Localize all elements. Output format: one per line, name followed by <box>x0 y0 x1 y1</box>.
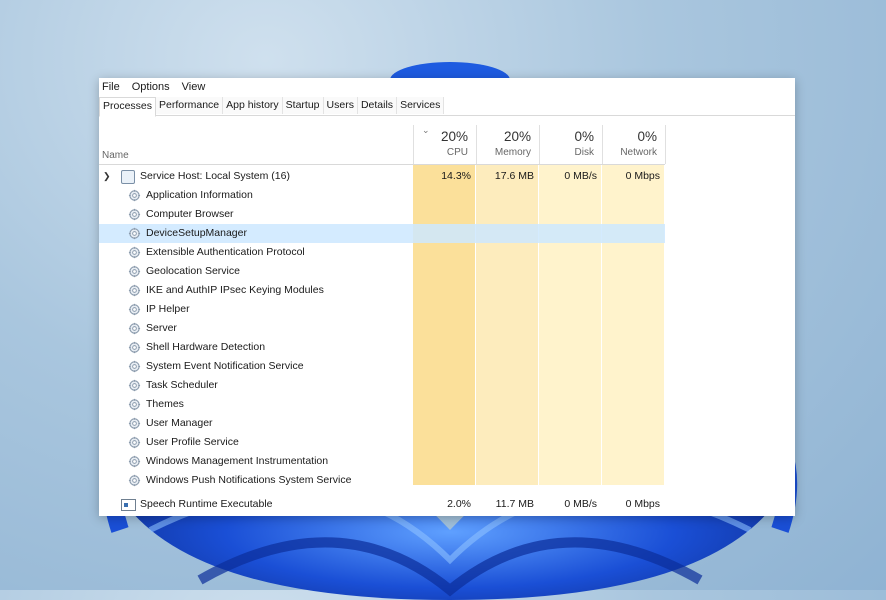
tab-services[interactable]: Services <box>397 97 445 114</box>
memory-value: 11.7 MB <box>495 498 534 510</box>
disk-label: Disk <box>574 147 594 158</box>
column-disk[interactable]: 0% Disk <box>539 125 602 164</box>
process-name: Speech Runtime Executable <box>140 498 273 510</box>
service-gear-icon <box>128 284 141 297</box>
menu-options[interactable]: Options <box>132 81 170 93</box>
service-name: Themes <box>146 398 184 410</box>
service-name: Shell Hardware Detection <box>146 341 266 353</box>
column-name[interactable]: Name <box>102 150 129 161</box>
tab-performance[interactable]: Performance <box>156 97 224 114</box>
disk-value: 0 MB/s <box>564 498 597 510</box>
service-row[interactable]: Extensible Authentication Protocol <box>99 243 665 262</box>
network-value: 0 Mbps <box>625 170 660 182</box>
service-name: Windows Management Instrumentation <box>146 455 329 467</box>
service-name: User Profile Service <box>146 436 239 448</box>
network-label: Network <box>620 147 657 158</box>
service-gear-icon <box>128 341 141 354</box>
service-row[interactable]: Application Information <box>99 186 665 205</box>
service-name: IKE and AuthIP IPsec Keying Modules <box>146 284 324 296</box>
service-row[interactable]: Task Scheduler <box>99 376 665 395</box>
process-list: ❯ Service Host: Local System (16) 14.3% … <box>99 165 665 516</box>
process-group-row[interactable]: ❯ Service Host: Local System (16) 14.3% … <box>99 167 665 186</box>
menu-file[interactable]: File <box>102 81 120 93</box>
service-name: System Event Notification Service <box>146 360 304 372</box>
service-name: Extensible Authentication Protocol <box>146 246 305 258</box>
service-row[interactable]: Windows Management Instrumentation <box>99 452 665 471</box>
disk-percent: 0% <box>574 129 594 144</box>
service-gear-icon <box>128 360 141 373</box>
task-manager-window: File Options View Processes Performance … <box>99 78 795 516</box>
service-row[interactable]: User Profile Service <box>99 433 665 452</box>
service-row[interactable]: Geolocation Service <box>99 262 665 281</box>
service-name: Server <box>146 322 177 334</box>
process-row[interactable]: Speech Runtime Executable 2.0% 11.7 MB 0… <box>99 495 665 514</box>
service-row[interactable]: Server <box>99 319 665 338</box>
network-percent: 0% <box>637 129 657 144</box>
cpu-value: 2.0% <box>447 498 471 510</box>
service-gear-icon <box>128 265 141 278</box>
tab-startup[interactable]: Startup <box>282 97 324 114</box>
network-value: 0 Mbps <box>625 498 660 510</box>
menu-bar: File Options View <box>99 78 795 95</box>
memory-label: Memory <box>494 147 531 158</box>
tab-strip: Processes Performance App history Startu… <box>99 97 795 117</box>
service-name: Windows Push Notifications System Servic… <box>146 474 352 486</box>
service-gear-icon <box>128 398 141 411</box>
memory-percent: 20% <box>503 129 531 144</box>
service-row[interactable]: IKE and AuthIP IPsec Keying Modules <box>99 281 665 300</box>
service-gear-icon <box>128 246 141 259</box>
service-name: Task Scheduler <box>146 379 218 391</box>
service-row[interactable]: Shell Hardware Detection <box>99 338 665 357</box>
service-name: DeviceSetupManager <box>146 227 247 239</box>
service-row[interactable]: User Manager <box>99 414 665 433</box>
tab-users[interactable]: Users <box>323 97 358 114</box>
column-memory[interactable]: 20% Memory <box>476 125 539 164</box>
service-row[interactable]: Windows Push Notifications System Servic… <box>99 471 665 490</box>
column-cpu[interactable]: ⌄ 20% CPU <box>413 125 476 164</box>
service-row[interactable]: Themes <box>99 395 665 414</box>
service-gear-icon <box>128 189 141 202</box>
service-row[interactable]: IP Helper <box>99 300 665 319</box>
service-name: Application Information <box>146 189 253 201</box>
service-name: IP Helper <box>146 303 190 315</box>
service-gear-icon <box>128 227 141 240</box>
application-icon <box>121 499 136 511</box>
service-gear-icon <box>128 417 141 430</box>
service-row[interactable]: Computer Browser <box>99 205 665 224</box>
cpu-label: CPU <box>446 147 468 158</box>
service-gear-icon <box>128 436 141 449</box>
service-row[interactable]: DeviceSetupManager <box>99 224 665 243</box>
service-gear-icon <box>128 474 141 487</box>
chevron-down-icon[interactable]: ❯ <box>103 167 111 186</box>
column-network[interactable]: 0% Network <box>602 125 666 164</box>
service-gear-icon <box>128 303 141 316</box>
memory-value: 17.6 MB <box>494 170 534 182</box>
service-gear-icon <box>128 379 141 392</box>
service-name: User Manager <box>146 417 213 429</box>
disk-value: 0 MB/s <box>564 170 597 182</box>
tab-app-history[interactable]: App history <box>223 97 283 114</box>
service-name: Computer Browser <box>146 208 234 220</box>
service-gear-icon <box>128 455 141 468</box>
tab-processes[interactable]: Processes <box>99 97 157 117</box>
service-gear-icon <box>128 208 141 221</box>
service-name: Geolocation Service <box>146 265 240 277</box>
service-gear-icon <box>128 322 141 335</box>
menu-view[interactable]: View <box>182 81 206 93</box>
sort-chevron-icon: ⌄ <box>422 125 430 135</box>
service-row[interactable]: System Event Notification Service <box>99 357 665 376</box>
service-host-icon <box>121 170 135 184</box>
column-header: Name ⌄ 20% CPU 20% Memory 0% Disk 0% Net… <box>99 125 666 165</box>
cpu-value: 14.3% <box>441 170 471 182</box>
process-name: Service Host: Local System (16) <box>140 170 290 182</box>
tab-details[interactable]: Details <box>357 97 398 114</box>
